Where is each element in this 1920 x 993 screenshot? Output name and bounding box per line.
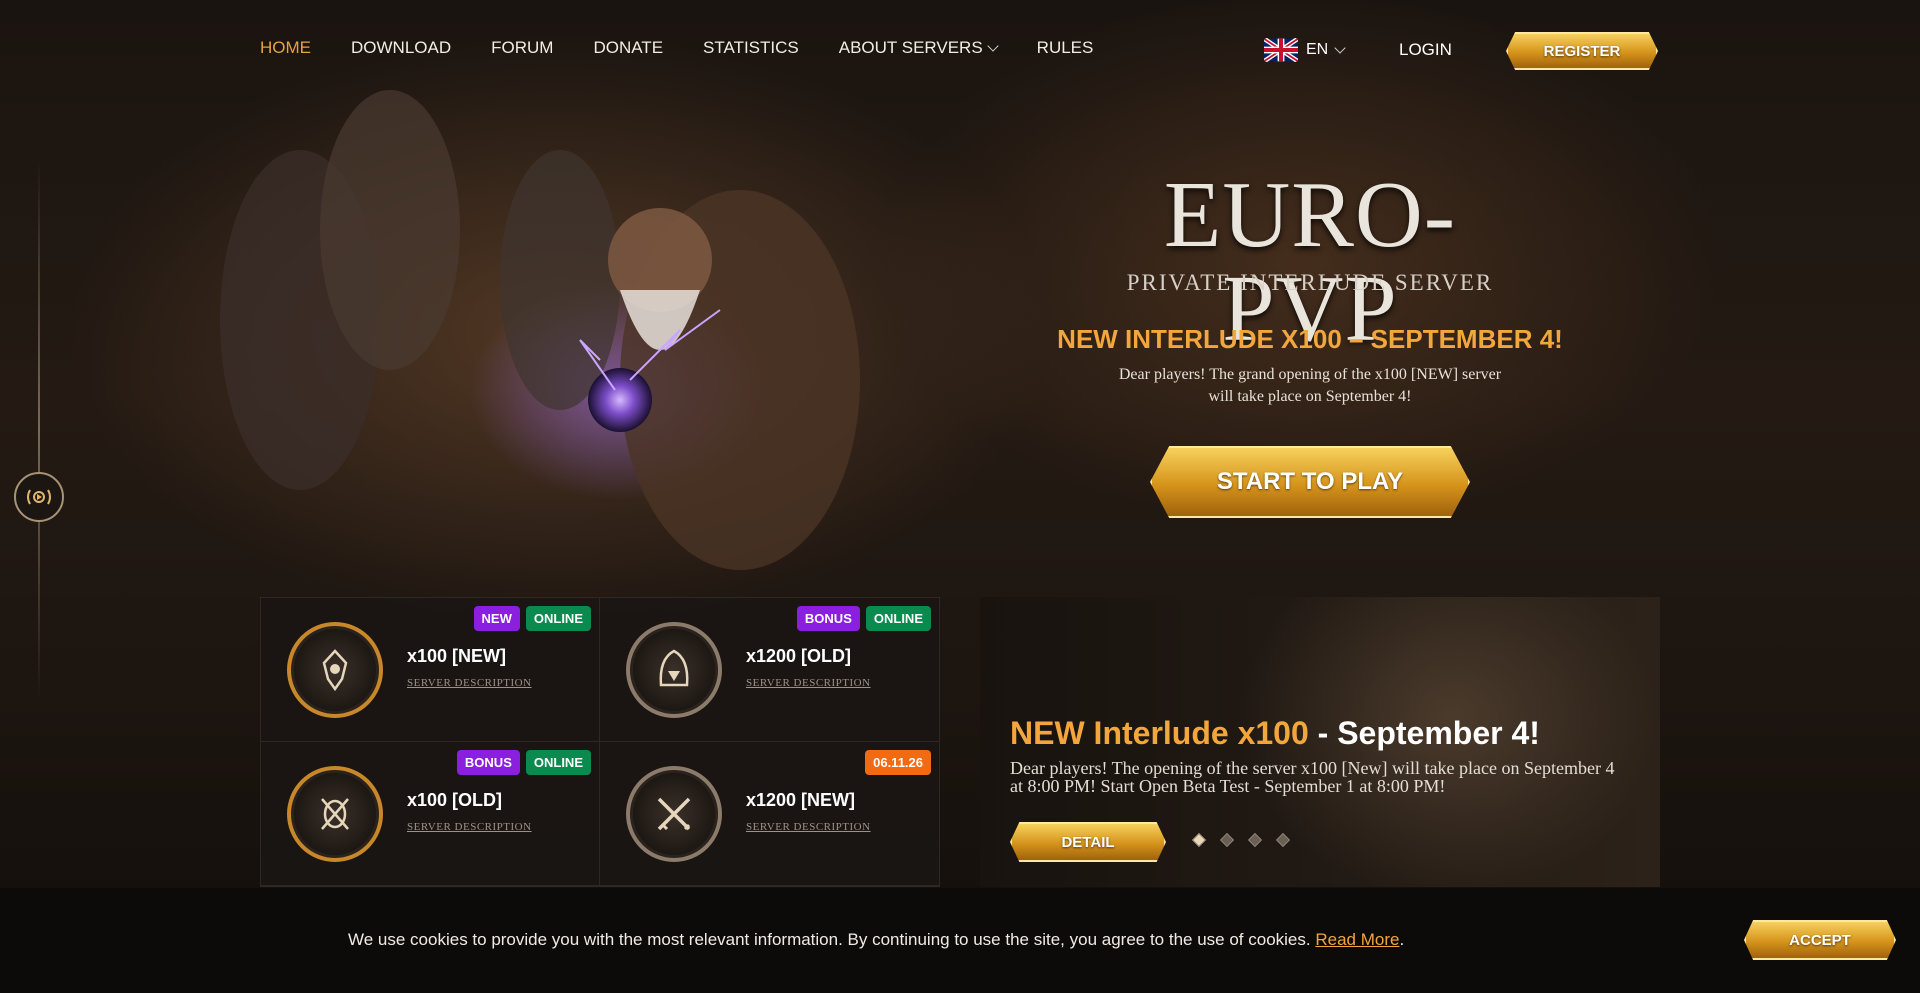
slider-dot[interactable] [1191,832,1207,848]
server-name: x100 [NEW] [407,646,507,666]
crossed-swords-icon [626,766,722,862]
nav-home[interactable]: HOME [260,38,311,58]
nav-statistics[interactable]: STATISTICS [703,38,799,58]
server-name: x1200 [NEW] [746,790,856,810]
uk-flag-icon [1264,38,1298,62]
main-nav: HOME DOWNLOAD FORUM DONATE STATISTICS AB… [260,38,1093,58]
detail-button[interactable]: DETAIL [1010,822,1166,862]
side-ornament-line [38,160,40,700]
slider-dot[interactable] [1219,832,1235,848]
news-title-rest: - September 4! [1308,715,1540,751]
server-card[interactable]: NEW ONLINE x100 [NEW] SERVER DESCRIPTION [261,598,600,742]
logo-subtitle: PRIVATE INTERLUDE SERVER [1126,270,1494,295]
nav-donate[interactable]: DONATE [593,38,663,58]
badge-group: 06.11.26 [865,750,931,775]
language-selector[interactable]: EN [1264,38,1346,62]
read-more-link[interactable]: Read More [1315,930,1399,949]
server-description-link[interactable]: SERVER DESCRIPTION [407,821,532,833]
status-badge: BONUS [796,606,860,631]
hero-description: Dear players! The grand opening of the x… [1118,366,1502,405]
cookie-banner: We use cookies to provide you with the m… [0,888,1920,993]
accept-cookies-button[interactable]: ACCEPT [1744,920,1896,960]
dragon-emblem-icon [287,622,383,718]
server-card[interactable]: BONUS ONLINE x1200 [OLD] SERVER DESCRIPT… [600,598,939,742]
server-name: x1200 [OLD] [746,646,852,666]
badge-group: BONUS ONLINE [456,750,591,775]
login-link[interactable]: LOGIN [1399,40,1452,60]
server-description-link[interactable]: SERVER DESCRIPTION [746,677,871,689]
server-card[interactable]: BONUS ONLINE x100 [OLD] SERVER DESCRIPTI… [261,742,600,886]
nav-about-servers[interactable]: ABOUT SERVERS [838,38,999,58]
news-title: NEW Interlude x100 - September 4! [1010,715,1540,752]
cookie-text: We use cookies to provide you with the m… [348,930,1404,950]
audio-toggle-button[interactable] [14,472,64,522]
register-button[interactable]: REGISTER [1506,32,1658,70]
nav-forum[interactable]: FORUM [491,38,553,58]
server-description-link[interactable]: SERVER DESCRIPTION [746,821,871,833]
status-badge: ONLINE [525,750,591,775]
badge-group: NEW ONLINE [473,606,591,631]
status-badge: NEW [473,606,520,631]
language-label: EN [1306,41,1329,58]
chevron-down-icon [987,40,999,52]
cookie-trailing: . [1399,930,1405,949]
status-badge: ONLINE [865,606,931,631]
nav-download[interactable]: DOWNLOAD [351,38,451,58]
nav-rules[interactable]: RULES [1037,38,1094,58]
badge-group: BONUS ONLINE [796,606,931,631]
server-card[interactable]: 06.11.26 x1200 [NEW] SERVER DESCRIPTION [600,742,939,886]
servers-grid: NEW ONLINE x100 [NEW] SERVER DESCRIPTION… [260,597,940,887]
chevron-down-icon [1334,42,1346,54]
cookie-message: We use cookies to provide you with the m… [348,930,1311,949]
nav-about-servers-label: ABOUT SERVERS [838,38,983,57]
status-badge: ONLINE [525,606,591,631]
slider-dot[interactable] [1247,832,1263,848]
start-to-play-button[interactable]: START TO PLAY [1150,446,1470,518]
mask-shield-icon [287,766,383,862]
slider-dot[interactable] [1275,832,1291,848]
slider-pagination [1191,832,1291,848]
server-name: x100 [OLD] [407,790,503,810]
status-badge: BONUS [456,750,520,775]
sound-wave-icon [27,489,51,505]
date-badge: 06.11.26 [865,750,931,775]
news-title-highlight: NEW Interlude x100 [1010,715,1309,751]
server-description-link[interactable]: SERVER DESCRIPTION [407,677,532,689]
hooded-figure-icon [626,622,722,718]
hero-artwork [220,90,860,570]
news-text: Dear players! The opening of the server … [1010,758,1615,796]
hero-headline: NEW INTERLUDE X100 – SEPTEMBER 4! [1057,324,1563,354]
